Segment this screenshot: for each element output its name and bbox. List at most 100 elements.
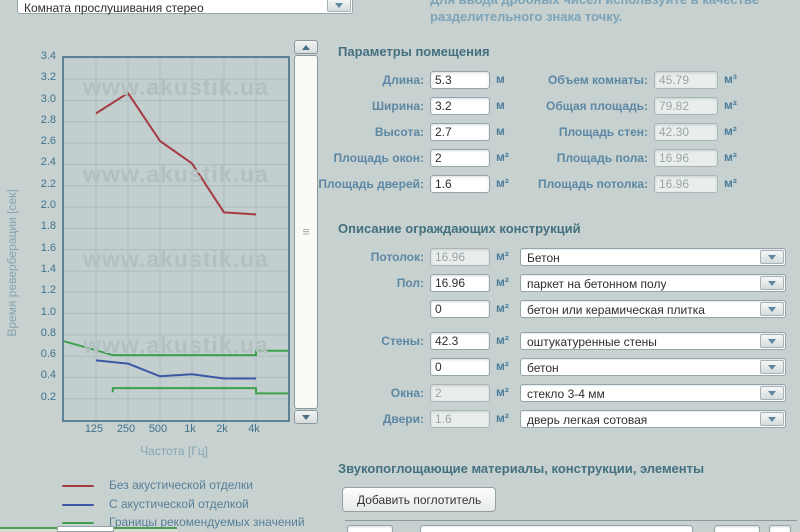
unit-label: м² bbox=[724, 150, 737, 164]
chevron-down-icon[interactable] bbox=[760, 334, 784, 348]
chevron-down-icon[interactable] bbox=[760, 360, 784, 374]
unit-label: м² bbox=[496, 301, 509, 315]
scrollbar-grip-icon: ≡ bbox=[302, 229, 310, 235]
material-select[interactable]: бетон или керамическая плитка bbox=[520, 300, 786, 318]
unit-label: м² bbox=[496, 385, 509, 399]
construction-area-input bbox=[430, 248, 490, 266]
unit-label: м² bbox=[724, 176, 737, 190]
material-select-value: оштукатуренные стены bbox=[527, 335, 657, 349]
x-tick-label: 125 bbox=[77, 423, 111, 435]
note-line-1: Для ввода дробных чисел используйте в ка… bbox=[430, 0, 790, 8]
y-tick-label: 1.8 bbox=[30, 220, 56, 232]
room-param-label: Ширина: bbox=[250, 99, 424, 113]
construction-area-input[interactable] bbox=[430, 274, 490, 292]
x-axis-title: Частота [Гц] bbox=[62, 444, 286, 458]
unit-label: м² bbox=[496, 249, 509, 263]
absorber-partial-select[interactable] bbox=[420, 525, 693, 532]
section-title-constructions: Описание ограждающих конструкций bbox=[338, 221, 581, 236]
chevron-down-icon[interactable] bbox=[760, 412, 784, 426]
construction-area-input[interactable] bbox=[430, 332, 490, 350]
x-tick-label: 1k bbox=[173, 423, 207, 435]
construction-area-input bbox=[430, 384, 490, 402]
room-param-label: Площадь окон: bbox=[250, 151, 424, 165]
unit-label: м² bbox=[496, 275, 509, 289]
room-calc-label: Площадь стен: bbox=[460, 125, 648, 139]
triangle-icon bbox=[768, 281, 776, 286]
unit-label: м² bbox=[724, 124, 737, 138]
arrow-up-icon bbox=[302, 45, 310, 50]
y-tick-label: 2.6 bbox=[30, 135, 56, 147]
chevron-down-icon[interactable] bbox=[760, 276, 784, 290]
unit-label: м² bbox=[724, 98, 737, 112]
note-line-2: разделительного знака точку. bbox=[430, 8, 790, 25]
construction-area-label: Двери: bbox=[286, 412, 424, 426]
triangle-icon bbox=[768, 417, 776, 422]
unit-label: м² bbox=[496, 359, 509, 373]
room-param-label: Площадь дверей: bbox=[250, 177, 424, 191]
y-axis-title: Время реверберации [сек] bbox=[5, 188, 21, 338]
y-tick-label: 0.6 bbox=[30, 348, 56, 360]
y-tick-label: 0.2 bbox=[30, 391, 56, 403]
material-select-value: бетон или керамическая плитка bbox=[527, 303, 705, 317]
construction-area-input[interactable] bbox=[430, 358, 490, 376]
y-tick-label: 0.8 bbox=[30, 327, 56, 339]
construction-area-label: Потолок: bbox=[286, 250, 424, 264]
acoustic-calculator-page: Комната прослушивания стерео Для ввода д… bbox=[0, 0, 800, 532]
y-tick-label: 2.8 bbox=[30, 114, 56, 126]
room-calc-label: Объем комнаты: bbox=[460, 73, 648, 87]
room-calc-input bbox=[654, 149, 718, 167]
material-select[interactable]: дверь легкая сотовая bbox=[520, 410, 786, 428]
y-tick-label: 3.4 bbox=[30, 50, 56, 62]
chevron-down-icon[interactable] bbox=[760, 250, 784, 264]
series-line bbox=[96, 93, 256, 214]
x-tick-label: 500 bbox=[141, 423, 175, 435]
triangle-icon bbox=[768, 391, 776, 396]
series-line bbox=[96, 360, 256, 378]
y-tick-label: 2.2 bbox=[30, 178, 56, 190]
chart-scrollbar[interactable]: ≡ bbox=[294, 40, 318, 424]
material-select[interactable]: Бетон bbox=[520, 248, 786, 266]
legend-line-swatch bbox=[62, 504, 94, 506]
material-select[interactable]: бетон bbox=[520, 358, 786, 376]
room-calc-input bbox=[654, 97, 718, 115]
y-tick-label: 3.0 bbox=[30, 93, 56, 105]
x-tick-label: 4k bbox=[237, 423, 271, 435]
y-tick-label: 1.2 bbox=[30, 284, 56, 296]
legend-line-swatch bbox=[62, 485, 94, 487]
decimal-separator-note: Для ввода дробных чисел используйте в ка… bbox=[430, 0, 790, 25]
add-absorber-button[interactable]: Добавить поглотитель bbox=[342, 487, 496, 512]
room-calc-label: Площадь пола: bbox=[460, 151, 648, 165]
absorber-partial-button[interactable] bbox=[769, 525, 791, 532]
material-select-value: паркет на бетонном полу bbox=[527, 277, 666, 291]
room-calc-label: Общая площадь: bbox=[460, 99, 648, 113]
x-tick-label: 2k bbox=[205, 423, 239, 435]
y-tick-label: 1.4 bbox=[30, 263, 56, 275]
material-select-value: бетон bbox=[527, 361, 559, 375]
unit-label: м² bbox=[496, 333, 509, 347]
room-type-select[interactable]: Комната прослушивания стерео bbox=[17, 0, 353, 14]
section-title-room-params: Параметры помещения bbox=[338, 44, 490, 59]
triangle-icon bbox=[768, 365, 776, 370]
unit-label: м² bbox=[496, 411, 509, 425]
construction-area-input bbox=[430, 410, 490, 428]
triangle-icon bbox=[768, 339, 776, 344]
material-select[interactable]: оштукатуренные стены bbox=[520, 332, 786, 350]
material-select-value: Бетон bbox=[527, 251, 560, 265]
chevron-down-icon[interactable] bbox=[327, 0, 351, 12]
room-calc-input bbox=[654, 175, 718, 193]
series-line bbox=[113, 388, 288, 393]
y-tick-label: 0.4 bbox=[30, 369, 56, 381]
material-select-value: дверь легкая сотовая bbox=[527, 413, 647, 427]
chevron-down-icon[interactable] bbox=[760, 386, 784, 400]
absorber-partial-field[interactable] bbox=[714, 525, 760, 532]
room-param-label: Длина: bbox=[250, 73, 424, 87]
material-select[interactable]: паркет на бетонном полу bbox=[520, 274, 786, 292]
watermark-text: www.akustik.ua bbox=[64, 246, 288, 273]
material-select[interactable]: стекло 3-4 мм bbox=[520, 384, 786, 402]
scroll-up-button[interactable] bbox=[294, 40, 318, 54]
y-tick-label: 3.2 bbox=[30, 71, 56, 83]
construction-area-input[interactable] bbox=[430, 300, 490, 318]
chevron-down-icon[interactable] bbox=[760, 302, 784, 316]
result-table-cell-edge bbox=[57, 526, 114, 532]
absorber-partial-field[interactable] bbox=[347, 525, 393, 532]
